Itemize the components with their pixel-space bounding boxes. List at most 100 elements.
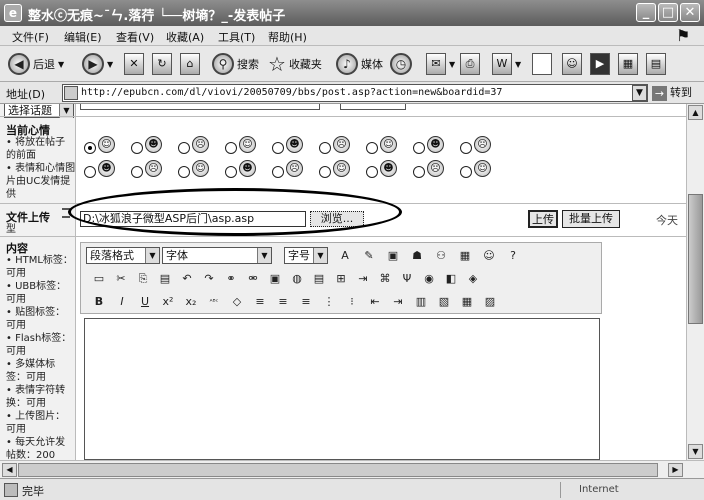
history-button[interactable]: ◷ <box>390 51 412 77</box>
table-insert-icon[interactable]: ▤ <box>310 270 328 288</box>
special-char-icon[interactable]: ☗ <box>408 247 426 265</box>
address-dropdown-icon[interactable]: ▼ <box>632 85 647 101</box>
copy-icon[interactable]: ⎘ <box>134 270 152 288</box>
align-left-icon[interactable]: ≡ <box>251 293 269 311</box>
word-button[interactable]: W ▼ <box>492 51 521 77</box>
mood-option[interactable]: ☻ <box>225 158 257 182</box>
mood-radio[interactable] <box>319 166 331 178</box>
menu-favorites[interactable]: 收藏(A) <box>166 29 204 45</box>
symbol-icon[interactable]: Ψ <box>398 270 416 288</box>
code-icon[interactable]: ▧ <box>435 293 453 311</box>
menu-tools[interactable]: 工具(T) <box>218 29 255 45</box>
subject-input[interactable] <box>80 104 320 110</box>
align-right-icon[interactable]: ≡ <box>297 293 315 311</box>
menu-edit[interactable]: 编辑(E) <box>64 29 102 45</box>
minimize-button[interactable]: _ <box>636 3 656 22</box>
scroll-left-icon[interactable]: ◀ <box>2 463 17 477</box>
grid-icon[interactable]: ▦ <box>458 293 476 311</box>
player-button[interactable]: ▶ <box>590 51 610 77</box>
go-button[interactable]: → 转到 <box>652 84 702 102</box>
media-button[interactable]: ♪ 媒体 <box>336 51 383 77</box>
row-icon[interactable]: ⊞ <box>332 270 350 288</box>
mood-option[interactable]: ☻ <box>366 158 398 182</box>
horizontal-scrollbar[interactable]: ◀ ▶ <box>0 460 704 478</box>
forward-button[interactable]: ▶ ▼ <box>82 51 113 77</box>
subscript-icon[interactable]: x₂ <box>182 293 200 311</box>
mood-option[interactable]: ☹ <box>413 158 445 182</box>
subject-select[interactable] <box>340 104 406 110</box>
scroll-thumb[interactable] <box>688 194 703 324</box>
format-icon[interactable]: ⌘ <box>376 270 394 288</box>
object-icon[interactable]: ◧ <box>442 270 460 288</box>
back-button[interactable]: ◀ 后退 ▼ <box>8 51 64 77</box>
discuss-button[interactable] <box>532 51 552 77</box>
mood-option[interactable]: ☹ <box>460 134 492 158</box>
scroll-right-icon[interactable]: ▶ <box>668 463 683 477</box>
home-button[interactable]: ⌂ <box>180 51 200 77</box>
mood-radio[interactable] <box>272 142 284 154</box>
mood-radio[interactable] <box>272 166 284 178</box>
mood-radio[interactable] <box>225 142 237 154</box>
mood-option[interactable]: ☺ <box>178 158 210 182</box>
comment-icon[interactable]: ◈ <box>464 270 482 288</box>
bgcolor-icon[interactable]: ▣ <box>384 247 402 265</box>
mood-option[interactable]: ☹ <box>131 158 163 182</box>
preview-icon[interactable]: ▨ <box>481 293 499 311</box>
maximize-button[interactable]: □ <box>658 3 678 22</box>
print-button[interactable]: ⎙ <box>460 51 480 77</box>
mood-radio[interactable] <box>460 166 472 178</box>
font-color-icon[interactable]: A <box>336 247 354 265</box>
flash-icon[interactable]: ◍ <box>288 270 306 288</box>
mood-option[interactable]: ☹ <box>178 134 210 158</box>
undo-icon[interactable]: ↶ <box>178 270 196 288</box>
indent-icon[interactable]: ⇥ <box>389 293 407 311</box>
new-icon[interactable]: ▭ <box>90 270 108 288</box>
mood-option[interactable]: ☻ <box>272 134 304 158</box>
mood-radio[interactable] <box>131 142 143 154</box>
close-button[interactable]: ✕ <box>680 3 700 22</box>
mood-option[interactable]: ☻ <box>84 158 116 182</box>
mood-option[interactable]: ☻ <box>131 134 163 158</box>
quote-icon[interactable]: ▥ <box>412 293 430 311</box>
italic-icon[interactable]: I <box>113 293 131 311</box>
ordered-list-icon[interactable]: ⋮ <box>320 293 338 311</box>
find-icon[interactable]: ⚇ <box>432 247 450 265</box>
link-icon[interactable]: ⚭ <box>222 270 240 288</box>
eraser-icon[interactable]: ◇ <box>228 293 246 311</box>
mood-option[interactable]: ☺ <box>225 134 257 158</box>
mood-option[interactable]: ☺ <box>84 134 116 158</box>
mood-option[interactable]: ☻ <box>413 134 445 158</box>
mood-option[interactable]: ☹ <box>319 134 351 158</box>
tool1-button[interactable]: ▦ <box>618 51 638 77</box>
mood-option[interactable]: ☺ <box>319 158 351 182</box>
messenger-button[interactable]: ☺ <box>562 51 582 77</box>
mood-radio[interactable] <box>84 142 96 154</box>
unlink-icon[interactable]: ⚮ <box>244 270 262 288</box>
superscript-icon[interactable]: x² <box>159 293 177 311</box>
media-icon[interactable]: ◉ <box>420 270 438 288</box>
mood-radio[interactable] <box>131 166 143 178</box>
bold-icon[interactable]: B <box>90 293 108 311</box>
mood-radio[interactable] <box>460 142 472 154</box>
menu-help[interactable]: 帮助(H) <box>268 29 307 45</box>
mood-option[interactable]: ☹ <box>272 158 304 182</box>
mood-radio[interactable] <box>225 166 237 178</box>
editor-content-area[interactable] <box>84 318 600 460</box>
font-size-select[interactable]: 字号 ▼ <box>284 247 328 264</box>
outdent-icon[interactable]: ⇤ <box>366 293 384 311</box>
unordered-list-icon[interactable]: ⁝ <box>343 293 361 311</box>
emoticon-icon[interactable]: ☺ <box>480 247 498 265</box>
underline-icon[interactable]: U <box>136 293 154 311</box>
scroll-down-icon[interactable]: ▼ <box>688 444 703 459</box>
mood-radio[interactable] <box>366 142 378 154</box>
paragraph-format-select[interactable]: 段落格式 ▼ <box>86 247 160 264</box>
cut-icon[interactable]: ✂ <box>112 270 130 288</box>
menu-view[interactable]: 查看(V) <box>116 29 154 45</box>
hscroll-thumb[interactable] <box>18 463 658 477</box>
search-button[interactable]: ⚲ 搜索 <box>212 51 259 77</box>
upload-button[interactable]: 上传 <box>528 210 558 228</box>
font-select[interactable]: 字体 ▼ <box>162 247 272 264</box>
mood-radio[interactable] <box>366 166 378 178</box>
vertical-scrollbar[interactable]: ▲ ▼ <box>686 104 704 460</box>
indent-icon[interactable]: ⇥ <box>354 270 372 288</box>
